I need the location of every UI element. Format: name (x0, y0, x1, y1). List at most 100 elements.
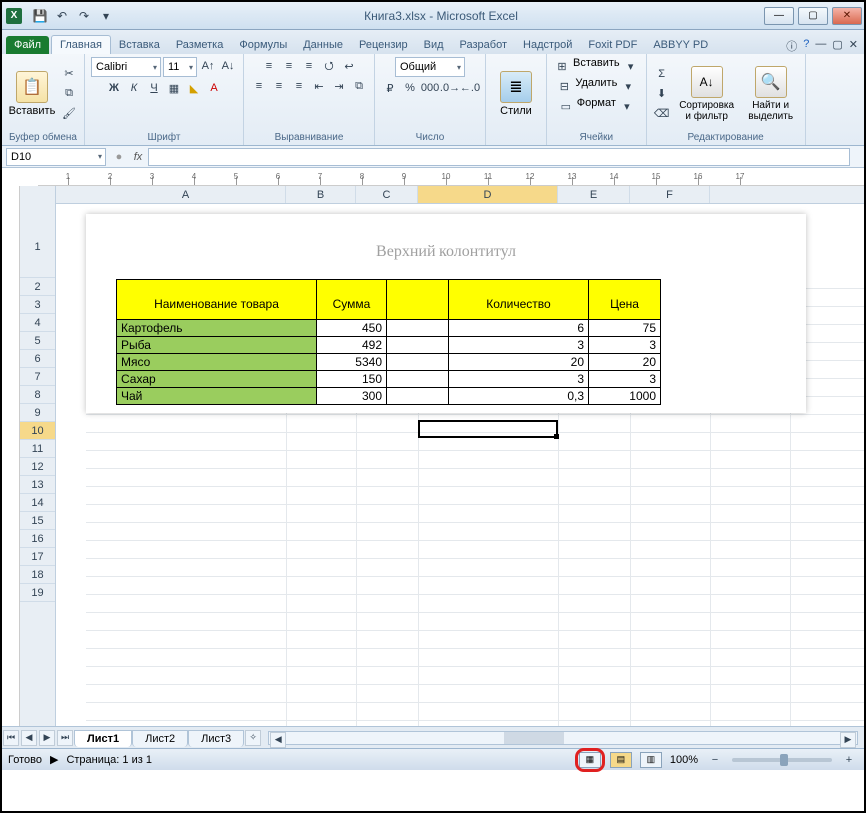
find-select-button[interactable]: 🔍 Найти и выделить (743, 61, 799, 127)
cell-empty[interactable] (387, 354, 449, 371)
cell-empty[interactable] (387, 371, 449, 388)
th-price[interactable]: Цена (589, 280, 661, 320)
row-header-13[interactable]: 13 (20, 476, 55, 494)
sort-filter-button[interactable]: A↓ Сортировка и фильтр (675, 61, 739, 127)
cell-sum[interactable]: 450 (317, 320, 387, 337)
format-painter-icon[interactable]: 🖌 (60, 105, 78, 123)
cell-empty[interactable] (387, 388, 449, 405)
col-header-f[interactable]: F (630, 186, 710, 203)
page-header-placeholder[interactable]: Верхний колонтитул (86, 214, 806, 279)
cell-price[interactable]: 3 (589, 371, 661, 388)
redo-icon[interactable]: ↷ (76, 8, 92, 24)
row-header-5[interactable]: 5 (20, 332, 55, 350)
underline-button[interactable]: Ч (145, 79, 163, 97)
row-header-15[interactable]: 15 (20, 512, 55, 530)
zoom-out-icon[interactable]: − (706, 751, 724, 769)
row-header-7[interactable]: 7 (20, 368, 55, 386)
sheet-tab-2[interactable]: Лист2 (132, 730, 188, 747)
align-left-icon[interactable]: ≡ (250, 77, 268, 95)
col-header-e[interactable]: E (558, 186, 630, 203)
hscroll-left-icon[interactable]: ◀ (270, 732, 286, 748)
tab-file[interactable]: Файл (6, 36, 49, 54)
name-box[interactable]: D10 (6, 148, 106, 166)
row-header-4[interactable]: 4 (20, 314, 55, 332)
tab-formulas[interactable]: Формулы (231, 36, 295, 54)
align-center-icon[interactable]: ≡ (270, 77, 288, 95)
tab-view[interactable]: Вид (416, 36, 452, 54)
sheet-nav-prev-icon[interactable]: ◀ (21, 730, 37, 746)
shrink-font-icon[interactable]: A↓ (219, 57, 237, 75)
delete-icon[interactable]: ⊟ (555, 77, 573, 95)
font-size-combo[interactable]: 11 (163, 57, 197, 77)
decrease-decimal-icon[interactable]: ←.0 (461, 79, 479, 97)
styles-button[interactable]: ≣ Стили (492, 61, 540, 127)
delete-dropdown-icon[interactable]: ▾ (619, 77, 637, 95)
sheet-nav-next-icon[interactable]: ▶ (39, 730, 55, 746)
cell-qty[interactable]: 0,3 (449, 388, 589, 405)
tab-review[interactable]: Рецензир (351, 36, 416, 54)
row-header-6[interactable]: 6 (20, 350, 55, 368)
row-header-19[interactable]: 19 (20, 584, 55, 602)
macro-icon[interactable]: ▶ (50, 753, 58, 766)
row-header-18[interactable]: 18 (20, 566, 55, 584)
col-header-d[interactable]: D (418, 186, 558, 203)
font-name-combo[interactable]: Calibri (91, 57, 161, 77)
minimize-button[interactable]: ― (764, 7, 794, 25)
save-icon[interactable]: 💾 (32, 8, 48, 24)
grow-font-icon[interactable]: A↑ (199, 57, 217, 75)
qat-dropdown-icon[interactable]: ▾ (98, 8, 114, 24)
th-qty[interactable]: Количество (449, 280, 589, 320)
cell-qty[interactable]: 3 (449, 371, 589, 388)
comma-icon[interactable]: 000 (421, 79, 439, 97)
format-dropdown-icon[interactable]: ▾ (618, 97, 636, 115)
cut-icon[interactable]: ✂ (60, 65, 78, 83)
close-button[interactable]: ✕ (832, 7, 862, 25)
row-header-10[interactable]: 10 (20, 422, 55, 440)
doc-restore-icon[interactable]: ▢ (832, 38, 842, 54)
row-header-12[interactable]: 12 (20, 458, 55, 476)
align-right-icon[interactable]: ≡ (290, 77, 308, 95)
row-header-17[interactable]: 17 (20, 548, 55, 566)
zoom-in-icon[interactable]: + (840, 751, 858, 769)
paste-button[interactable]: 📋 Вставить (8, 61, 56, 127)
help-icon[interactable]: ? (803, 38, 809, 54)
ribbon-minimize-icon[interactable]: ⓘ (786, 38, 797, 54)
th-sum[interactable]: Сумма (317, 280, 387, 320)
cell-qty[interactable]: 3 (449, 337, 589, 354)
tab-layout[interactable]: Разметка (168, 36, 232, 54)
row-header-9[interactable]: 9 (20, 404, 55, 422)
row-header-14[interactable]: 14 (20, 494, 55, 512)
th-empty[interactable] (387, 280, 449, 320)
align-middle-icon[interactable]: ≡ (280, 57, 298, 75)
font-color-icon[interactable]: A (205, 79, 223, 97)
horizontal-scrollbar[interactable]: ◀ ▶ (268, 731, 858, 745)
cell-name[interactable]: Мясо (117, 354, 317, 371)
row-header-3[interactable]: 3 (20, 296, 55, 314)
cell-empty[interactable] (387, 337, 449, 354)
currency-icon[interactable]: ₽ (381, 79, 399, 97)
row-header-1[interactable]: 1 (20, 238, 55, 278)
grid-main[interactable]: A B C D E F Верхний колонтитул Наименова… (56, 186, 864, 726)
tab-home[interactable]: Главная (51, 35, 111, 54)
decrease-indent-icon[interactable]: ⇤ (310, 77, 328, 95)
zoom-slider[interactable] (732, 758, 832, 762)
format-label[interactable]: Формат (577, 97, 616, 115)
undo-icon[interactable]: ↶ (54, 8, 70, 24)
col-header-b[interactable]: B (286, 186, 356, 203)
row-header-2[interactable]: 2 (20, 278, 55, 296)
cell-price[interactable]: 1000 (589, 388, 661, 405)
align-top-icon[interactable]: ≡ (260, 57, 278, 75)
delete-label[interactable]: Удалить (575, 77, 617, 95)
tab-abbyy[interactable]: ABBYY PD (645, 36, 716, 54)
clear-icon[interactable]: ⌫ (653, 105, 671, 123)
cell-sum[interactable]: 150 (317, 371, 387, 388)
row-header-16[interactable]: 16 (20, 530, 55, 548)
cell-price[interactable]: 75 (589, 320, 661, 337)
cell-name[interactable]: Сахар (117, 371, 317, 388)
increase-decimal-icon[interactable]: .0→ (441, 79, 459, 97)
fx-cancel-icon[interactable]: ● (110, 148, 128, 166)
increase-indent-icon[interactable]: ⇥ (330, 77, 348, 95)
view-normal-button[interactable]: ▦ (579, 752, 601, 768)
percent-icon[interactable]: % (401, 79, 419, 97)
tab-insert[interactable]: Вставка (111, 36, 168, 54)
